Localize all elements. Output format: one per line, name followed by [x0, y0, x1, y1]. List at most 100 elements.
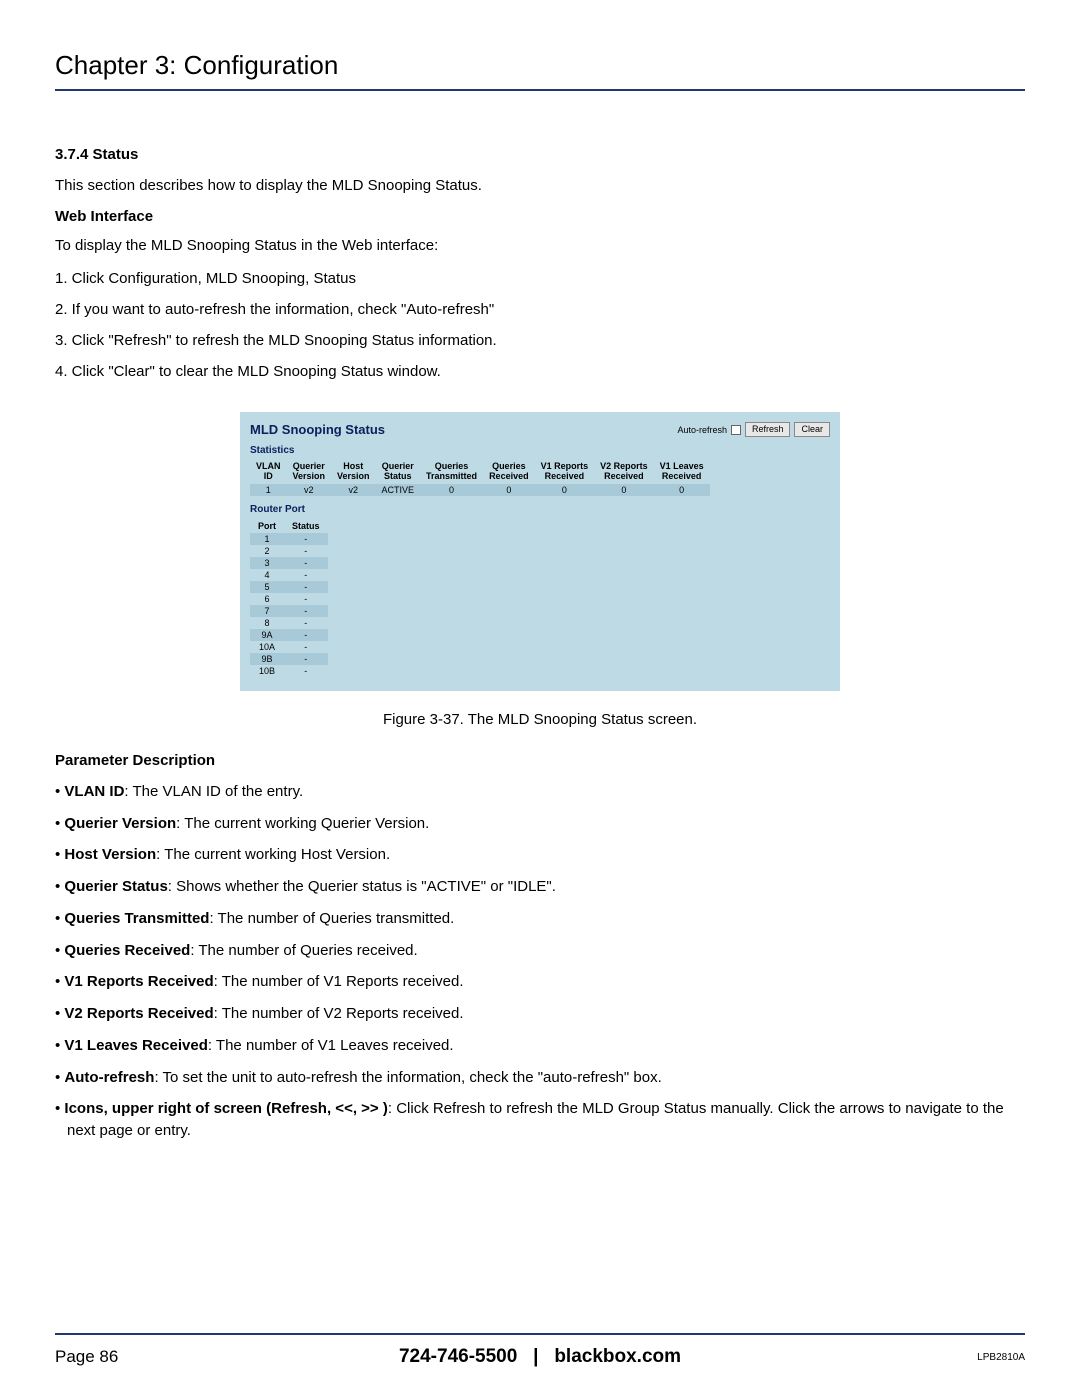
- router-cell: 10A: [250, 641, 284, 653]
- web-interface-intro: To display the MLD Snooping Status in th…: [55, 235, 1025, 256]
- section-number-title: 3.7.4 Status: [55, 146, 1025, 163]
- stats-cell: 0: [483, 484, 535, 496]
- parameter-term: Host Version: [64, 846, 156, 863]
- router-cell: 10B: [250, 665, 284, 677]
- stats-header: HostVersion: [331, 460, 376, 484]
- parameter-list: • VLAN ID: The VLAN ID of the entry. • Qu…: [55, 781, 1025, 1142]
- router-cell: -: [284, 593, 328, 605]
- router-cell: 5: [250, 581, 284, 593]
- router-cell: 9A: [250, 629, 284, 641]
- parameter-term: V1 Leaves Received: [64, 1037, 207, 1054]
- stats-header: QueriesTransmitted: [420, 460, 483, 484]
- footer-page: Page 86: [55, 1347, 118, 1367]
- parameter-term: VLAN ID: [64, 783, 124, 800]
- parameter-term: V1 Reports Received: [64, 973, 213, 990]
- router-header-status: Status: [284, 519, 328, 533]
- stats-cell: ACTIVE: [376, 484, 421, 496]
- router-cell: -: [284, 617, 328, 629]
- parameter-item: • VLAN ID: The VLAN ID of the entry.: [55, 781, 1025, 803]
- router-cell: -: [284, 533, 328, 545]
- router-cell: -: [284, 569, 328, 581]
- router-port-label: Router Port: [250, 504, 830, 515]
- stats-cell: 0: [654, 484, 710, 496]
- web-interface-heading: Web Interface: [55, 208, 1025, 225]
- auto-refresh-checkbox[interactable]: [731, 425, 741, 435]
- router-cell: -: [284, 557, 328, 569]
- parameter-desc: : The VLAN ID of the entry.: [124, 783, 303, 800]
- stats-header: V1 LeavesReceived: [654, 460, 710, 484]
- parameter-desc: : To set the unit to auto-refresh the in…: [154, 1069, 661, 1086]
- stats-header: VLANID: [250, 460, 287, 484]
- router-cell: 4: [250, 569, 284, 581]
- step-item: 3. Click "Refresh" to refresh the MLD Sn…: [55, 330, 1025, 351]
- parameter-item: • Host Version: The current working Host…: [55, 844, 1025, 866]
- parameter-term: Queries Received: [64, 942, 190, 959]
- parameter-desc: : The current working Querier Version.: [176, 815, 429, 832]
- stats-cell: 0: [594, 484, 654, 496]
- router-cell: -: [284, 581, 328, 593]
- statistics-label: Statistics: [250, 445, 830, 456]
- parameter-term: Querier Version: [64, 815, 176, 832]
- router-cell: -: [284, 665, 328, 677]
- parameter-item: • Queries Received: The number of Querie…: [55, 940, 1025, 962]
- step-item: 4. Click "Clear" to clear the MLD Snoopi…: [55, 361, 1025, 382]
- clear-button[interactable]: Clear: [794, 422, 830, 437]
- refresh-button[interactable]: Refresh: [745, 422, 791, 437]
- parameter-term: Auto-refresh: [64, 1069, 154, 1086]
- footer-model: LPB2810A: [977, 1352, 1025, 1363]
- stats-header: V1 ReportsReceived: [535, 460, 595, 484]
- stats-header: V2 ReportsReceived: [594, 460, 654, 484]
- router-cell: -: [284, 629, 328, 641]
- parameter-item: • V1 Leaves Received: The number of V1 L…: [55, 1035, 1025, 1057]
- embedded-screenshot: MLD Snooping Status Auto-refresh Refresh…: [240, 412, 840, 691]
- step-item: 1. Click Configuration, MLD Snooping, St…: [55, 268, 1025, 289]
- stats-cell: v2: [331, 484, 376, 496]
- parameter-term: Icons, upper right of screen (Refresh, <…: [64, 1100, 387, 1117]
- router-cell: 9B: [250, 653, 284, 665]
- router-cell: 8: [250, 617, 284, 629]
- parameter-item: • V1 Reports Received: The number of V1 …: [55, 971, 1025, 993]
- parameter-item: • Queries Transmitted: The number of Que…: [55, 908, 1025, 930]
- parameter-item: • Icons, upper right of screen (Refresh,…: [55, 1098, 1025, 1142]
- router-cell: 7: [250, 605, 284, 617]
- router-cell: 2: [250, 545, 284, 557]
- router-cell: -: [284, 545, 328, 557]
- parameter-desc: : The number of V1 Leaves received.: [208, 1037, 454, 1054]
- parameter-desc: : The number of V2 Reports received.: [214, 1005, 464, 1022]
- stats-cell: 0: [420, 484, 483, 496]
- auto-refresh-label: Auto-refresh: [677, 425, 727, 435]
- section-intro: This section describes how to display th…: [55, 175, 1025, 196]
- stats-header: QueriesReceived: [483, 460, 535, 484]
- router-header-port: Port: [250, 519, 284, 533]
- stats-header: QuerierVersion: [287, 460, 332, 484]
- page-footer: Page 86 724-746-5500 | blackbox.com LPB2…: [55, 1333, 1025, 1367]
- router-cell: -: [284, 653, 328, 665]
- screenshot-title: MLD Snooping Status: [250, 422, 385, 437]
- parameter-description-heading: Parameter Description: [55, 752, 1025, 769]
- parameter-item: • V2 Reports Received: The number of V2 …: [55, 1003, 1025, 1025]
- chapter-title: Chapter 3: Configuration: [55, 50, 1025, 91]
- router-port-table: Port Status 1-2-3-4-5-6-7-8-9A-10A-9B-10…: [250, 519, 328, 677]
- parameter-desc: : The number of Queries transmitted.: [209, 910, 454, 927]
- parameter-desc: : Shows whether the Querier status is "A…: [168, 878, 556, 895]
- router-cell: -: [284, 605, 328, 617]
- router-cell: -: [284, 641, 328, 653]
- stats-cell: 1: [250, 484, 287, 496]
- parameter-item: • Auto-refresh: To set the unit to auto-…: [55, 1067, 1025, 1089]
- stats-cell: 0: [535, 484, 595, 496]
- parameter-term: Queries Transmitted: [64, 910, 209, 927]
- parameter-term: V2 Reports Received: [64, 1005, 213, 1022]
- parameter-desc: : The number of Queries received.: [190, 942, 417, 959]
- figure-caption: Figure 3-37. The MLD Snooping Status scr…: [55, 711, 1025, 728]
- stats-cell: v2: [287, 484, 332, 496]
- stats-header: QuerierStatus: [376, 460, 421, 484]
- parameter-item: • Querier Version: The current working Q…: [55, 813, 1025, 835]
- footer-center: 724-746-5500 | blackbox.com: [399, 1346, 681, 1368]
- router-cell: 3: [250, 557, 284, 569]
- router-cell: 1: [250, 533, 284, 545]
- step-item: 2. If you want to auto-refresh the infor…: [55, 299, 1025, 320]
- statistics-table: VLANIDQuerierVersionHostVersionQuerierSt…: [250, 460, 710, 496]
- parameter-item: • Querier Status: Shows whether the Quer…: [55, 876, 1025, 898]
- parameter-desc: : The current working Host Version.: [156, 846, 390, 863]
- router-cell: 6: [250, 593, 284, 605]
